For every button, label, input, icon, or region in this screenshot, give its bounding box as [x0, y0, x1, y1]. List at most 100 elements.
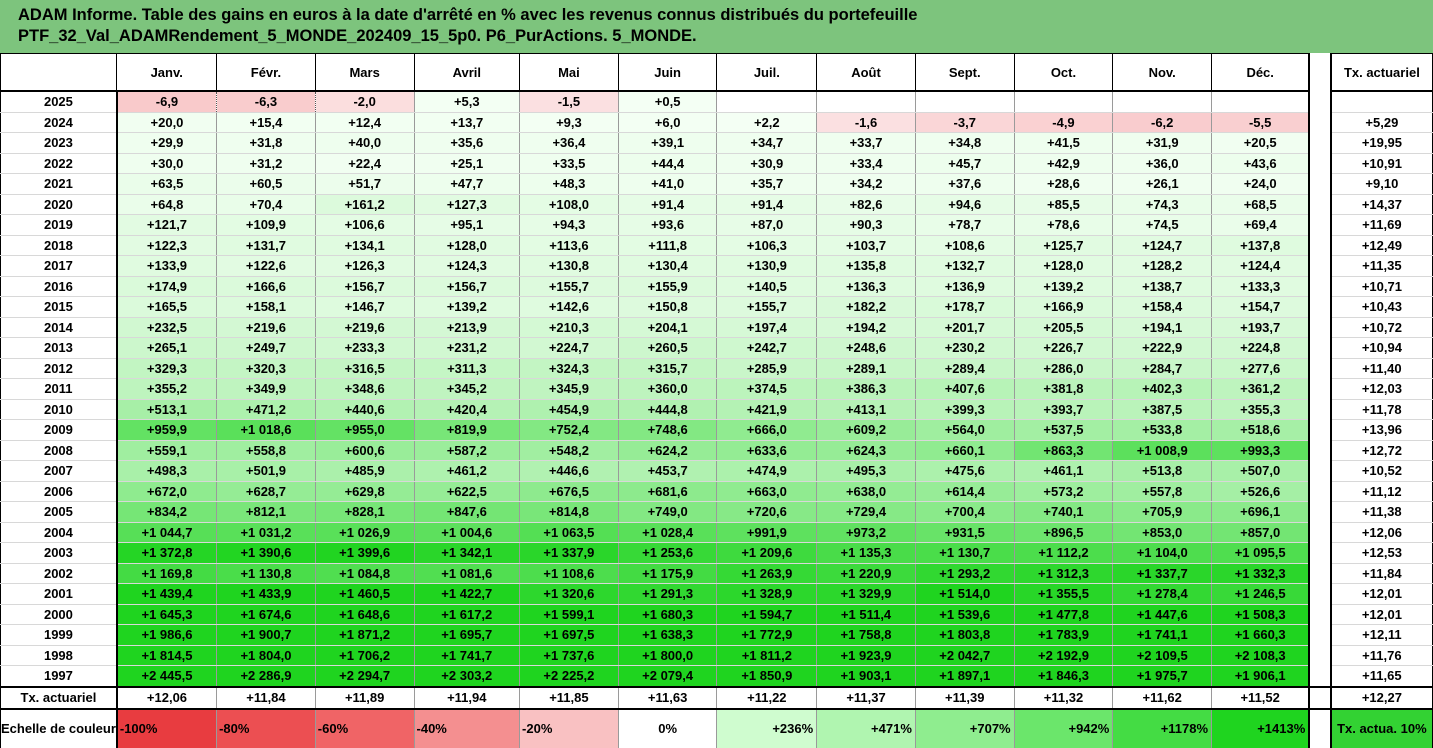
gain-cell: +1 028,4	[618, 522, 718, 543]
gain-cell: +345,2	[414, 378, 521, 400]
gain-cell: +146,7	[315, 296, 415, 318]
year-row: 2000 +1 645,3 +1 674,6 +1 648,6 +1 617,2 +1 5…	[0, 604, 1433, 625]
gain-cell: +124,4	[1211, 255, 1311, 277]
gain-cell: +557,8	[1112, 481, 1213, 502]
gain-cell: -3,7	[915, 112, 1015, 133]
gain-cell: +1 871,2	[315, 624, 415, 646]
color-scale-swatch: -20%	[519, 708, 619, 748]
gain-cell: +158,4	[1112, 296, 1213, 318]
year-label: 1998	[0, 645, 118, 666]
gain-cell: +1 332,3	[1211, 563, 1311, 584]
average-rate-row: Tx. actuariel +12,06 +11,84 +11,89 +11,94 +11…	[0, 685, 1433, 710]
year-row: 2011 +355,2 +349,9 +348,6 +345,2 +345,9 +360,0…	[0, 378, 1433, 400]
color-scale-swatch: -80%	[216, 708, 316, 748]
gain-cell: +696,1	[1211, 501, 1311, 523]
gain-cell: +230,2	[915, 337, 1015, 359]
gain-cell: +471,2	[216, 399, 316, 420]
rate-cell: +10,52	[1330, 460, 1433, 482]
color-scale-swatch: -60%	[315, 708, 415, 748]
gain-cell: +1 477,8	[1014, 604, 1114, 625]
gain-cell: +0,5	[618, 91, 718, 113]
month-header: Mars	[315, 53, 415, 92]
gain-cell: +31,8	[216, 132, 316, 154]
color-scale-swatch: +1178%	[1112, 708, 1213, 748]
gain-cell: +137,8	[1211, 235, 1311, 256]
gain-cell: +193,7	[1211, 317, 1311, 338]
gain-cell: +1 706,2	[315, 645, 415, 666]
gain-cell: +420,4	[414, 399, 521, 420]
gain-cell: -1,5	[519, 91, 619, 113]
gain-cell: +74,3	[1112, 194, 1213, 215]
year-row: 2014 +232,5 +219,6 +219,6 +213,9 +210,3 +204,1…	[0, 317, 1433, 338]
year-label: 2007	[0, 460, 118, 482]
gain-cell: +1 130,7	[915, 542, 1015, 564]
gain-cell: +663,0	[716, 481, 818, 502]
gain-cell	[915, 91, 1015, 113]
gain-cell: +587,2	[414, 440, 521, 461]
rate-cell: +11,38	[1330, 501, 1433, 523]
gain-cell: +847,6	[414, 501, 521, 523]
gain-cell: +22,4	[315, 153, 415, 174]
gain-cell: +78,7	[915, 214, 1015, 236]
gain-cell: +1 329,9	[816, 583, 916, 605]
gain-cell: +853,0	[1112, 522, 1213, 543]
year-label: 2009	[0, 419, 118, 441]
color-scale-swatch: +942%	[1014, 708, 1114, 748]
gain-cell: +182,2	[816, 296, 916, 318]
gain-cell: +387,5	[1112, 399, 1213, 420]
gain-cell: +78,6	[1014, 214, 1114, 236]
gain-cell: +150,8	[618, 296, 718, 318]
year-label: 2012	[0, 358, 118, 379]
gain-cell: +219,6	[315, 317, 415, 338]
gain-cell: +1 814,5	[116, 645, 218, 666]
gain-cell: +1 337,7	[1112, 563, 1213, 584]
column-gap	[1308, 604, 1332, 625]
column-gap	[1308, 337, 1332, 358]
gain-cell: +1 291,3	[618, 583, 718, 605]
column-gap	[1308, 685, 1332, 710]
gain-cell: +622,5	[414, 481, 521, 502]
gain-cell: +1 660,3	[1211, 624, 1311, 646]
month-header-row: Janv. Févr. Mars Avril Mai Juin Juil. Août Sept.…	[0, 53, 1433, 92]
year-label: 2002	[0, 563, 118, 584]
column-gap	[1308, 255, 1332, 276]
gain-cell: +381,8	[1014, 378, 1114, 400]
gain-cell: +955,0	[315, 419, 415, 441]
gain-cell: +1 253,6	[618, 542, 718, 564]
gain-cell: +284,7	[1112, 358, 1213, 379]
gain-cell: +41,0	[618, 173, 718, 195]
gain-cell: +5,3	[414, 91, 521, 113]
gain-cell: +812,1	[216, 501, 316, 523]
gain-cell: +174,9	[116, 276, 218, 297]
gain-cell: +316,5	[315, 358, 415, 379]
gain-cell: +1 263,9	[716, 563, 818, 584]
gain-cell: +1 803,8	[915, 624, 1015, 646]
gain-cell: +140,5	[716, 276, 818, 297]
gain-cell: +1 758,8	[816, 624, 916, 646]
rate-cell: +11,76	[1330, 645, 1433, 666]
gain-cell: +128,0	[414, 235, 521, 256]
gain-cell: +139,2	[414, 296, 521, 318]
column-gap	[1308, 481, 1332, 502]
rate-cell: +11,65	[1330, 665, 1433, 687]
gain-cell: +36,4	[519, 132, 619, 154]
gain-cell: +2 294,7	[315, 665, 415, 687]
gain-cell: +1 594,7	[716, 604, 818, 625]
column-gap	[1308, 563, 1332, 584]
column-gap	[1308, 296, 1332, 317]
gain-cell: +814,8	[519, 501, 619, 523]
average-rate-cell: +11,37	[816, 685, 916, 710]
gain-cell: +1 903,1	[816, 665, 916, 687]
gain-cell: +155,9	[618, 276, 718, 297]
gain-cell: +1 328,9	[716, 583, 818, 605]
column-gap	[1308, 235, 1332, 256]
column-gap	[1308, 132, 1332, 153]
year-label: 2005	[0, 501, 118, 523]
gain-cell: +2 286,9	[216, 665, 316, 687]
gain-cell: +1 135,3	[816, 542, 916, 564]
gain-cell: +128,0	[1014, 255, 1114, 277]
gain-cell: +355,2	[116, 378, 218, 400]
gain-cell: +286,0	[1014, 358, 1114, 379]
gain-cell: +133,9	[116, 255, 218, 277]
gain-cell: +15,4	[216, 112, 316, 133]
